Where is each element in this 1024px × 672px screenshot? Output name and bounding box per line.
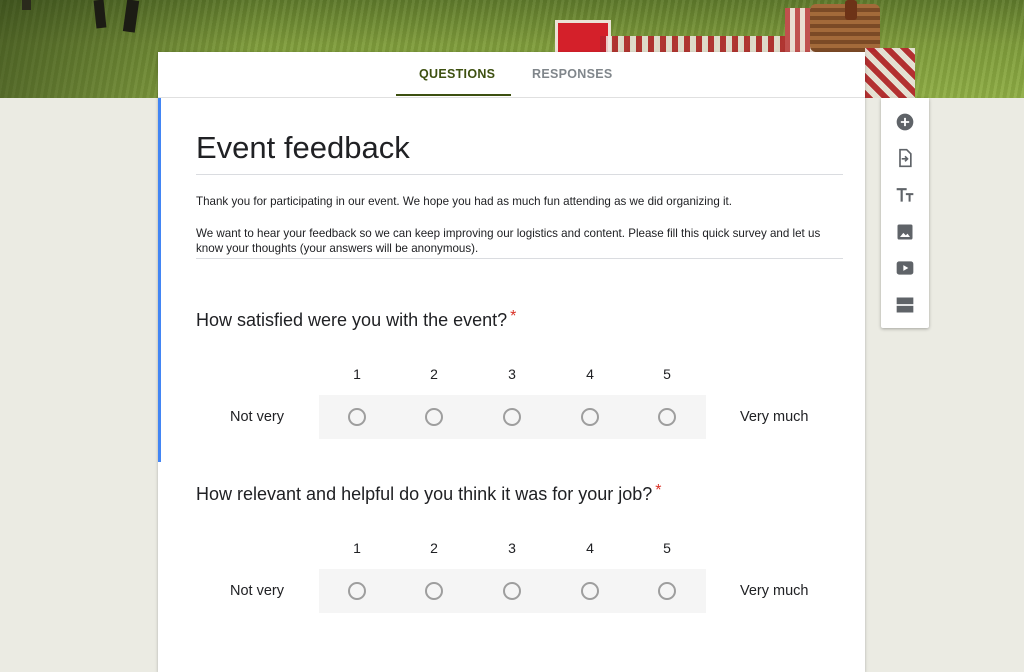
import-questions-icon[interactable] <box>895 148 915 168</box>
question-title[interactable]: How satisfied were you with the event? * <box>196 308 517 331</box>
scale-radio-2[interactable] <box>425 408 443 426</box>
required-asterisk: * <box>655 482 662 499</box>
scale-value: 5 <box>663 540 671 556</box>
scale-low-label: Not very <box>230 583 284 599</box>
scale-radio-4[interactable] <box>581 408 599 426</box>
add-question-icon[interactable] <box>895 112 915 132</box>
scale-radio-1[interactable] <box>348 582 366 600</box>
scale-low-label: Not very <box>230 409 284 425</box>
scale-value: 4 <box>586 366 594 382</box>
tab-bar: QUESTIONS RESPONSES <box>158 52 865 98</box>
scale-value: 1 <box>353 366 361 382</box>
scale-high-label: Very much <box>740 583 809 599</box>
scale-radio-2[interactable] <box>425 582 443 600</box>
scale-radio-3[interactable] <box>503 582 521 600</box>
scale-value: 5 <box>663 366 671 382</box>
form-description[interactable]: Thank you for participating in our event… <box>196 194 843 259</box>
required-asterisk: * <box>510 308 517 325</box>
scale-high-label: Very much <box>740 409 809 425</box>
scale-radio-5[interactable] <box>658 582 676 600</box>
scale-radio-4[interactable] <box>581 582 599 600</box>
scale-value: 3 <box>508 366 516 382</box>
question-text: How relevant and helpful do you think it… <box>196 484 653 504</box>
form-tools-panel <box>881 98 929 328</box>
add-section-icon[interactable] <box>895 295 915 315</box>
form-card: QUESTIONS RESPONSES Event feedback Thank… <box>158 52 865 672</box>
focus-indicator <box>158 98 161 462</box>
tab-questions[interactable]: QUESTIONS <box>419 67 495 81</box>
scale-value: 3 <box>508 540 516 556</box>
scale-radio-1[interactable] <box>348 408 366 426</box>
add-title-icon[interactable] <box>895 185 915 205</box>
scale-radio-3[interactable] <box>503 408 521 426</box>
scale-value: 4 <box>586 540 594 556</box>
add-image-icon[interactable] <box>895 222 915 242</box>
scale-value: 2 <box>430 540 438 556</box>
question-text: How satisfied were you with the event? <box>196 310 508 330</box>
tab-responses[interactable]: RESPONSES <box>532 67 613 81</box>
active-tab-indicator <box>396 94 511 96</box>
form-title[interactable]: Event feedback <box>196 128 843 175</box>
scale-value: 2 <box>430 366 438 382</box>
scale-value: 1 <box>353 540 361 556</box>
scale-radio-5[interactable] <box>658 408 676 426</box>
description-paragraph: Thank you for participating in our event… <box>196 195 733 208</box>
add-video-icon[interactable] <box>895 258 915 278</box>
question-title[interactable]: How relevant and helpful do you think it… <box>196 482 662 505</box>
description-paragraph: We want to hear your feedback so we can … <box>196 226 821 256</box>
